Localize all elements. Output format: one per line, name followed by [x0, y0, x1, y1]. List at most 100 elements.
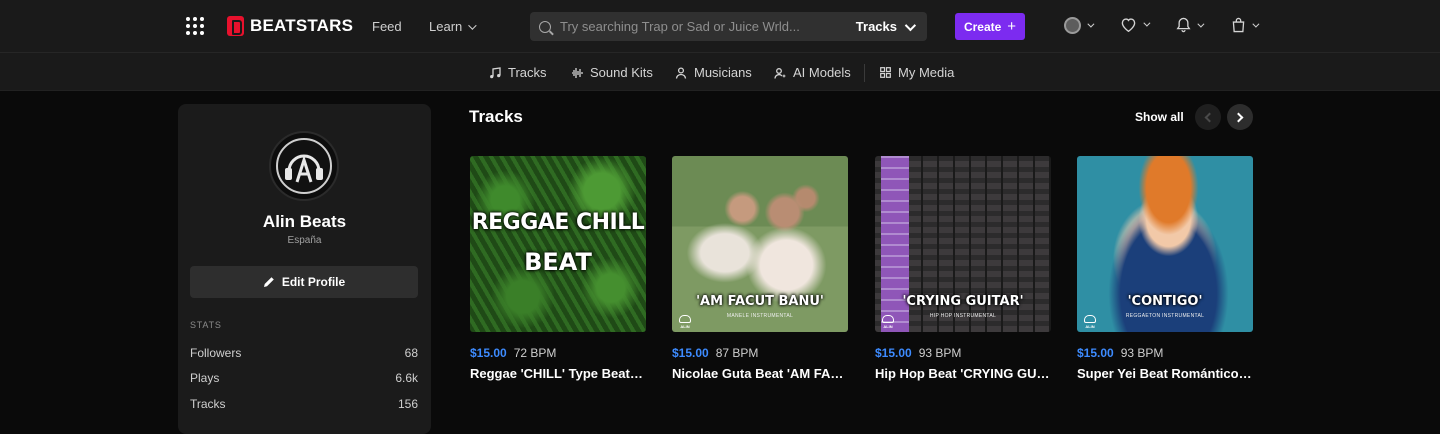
track-title[interactable]: Reggae 'CHILL' Type Beat | Chill Reggae …: [470, 366, 646, 381]
stat-row-tracks: Tracks 156: [190, 397, 418, 411]
brand-name: BEATSTARS: [250, 16, 354, 35]
search-category-select[interactable]: Tracks: [855, 19, 917, 34]
favorites-menu[interactable]: [1120, 17, 1151, 32]
track-bpm: 72 BPM: [513, 346, 557, 360]
edit-profile-label: Edit Profile: [281, 275, 346, 289]
track-price: $15.00: [1077, 346, 1114, 360]
bell-icon: [1176, 17, 1191, 33]
sub-navigation-bar: Tracks Sound Kits Musicians AI Models My…: [0, 53, 1440, 91]
beatstars-logo[interactable]: BEATSTARS: [227, 16, 353, 36]
carousel-prev-button[interactable]: [1195, 104, 1221, 130]
tracks-section-title: Tracks: [469, 107, 523, 126]
track-card: 'CONTIGO' REGGAETON INSTRUMENTAL ALIN $1…: [1077, 156, 1253, 381]
chevron-down-icon: [1143, 19, 1151, 27]
search-input[interactable]: [560, 19, 840, 34]
stat-value: 6.6k: [395, 371, 418, 385]
stats-heading: STATS: [190, 320, 222, 330]
chevron-down-icon: [1087, 20, 1095, 28]
pencil-icon: [263, 277, 274, 287]
subnav-musicians[interactable]: Musicians: [675, 65, 752, 80]
nav-learn-menu[interactable]: Learn: [429, 19, 477, 34]
track-title[interactable]: Nicolae Guta Beat 'AM FACUT BANU': [672, 366, 848, 381]
cover-subtitle: MANELE INSTRUMENTAL: [726, 313, 794, 319]
chevron-down-icon: [1197, 20, 1205, 28]
track-cover[interactable]: 'AM FACUT BANU' MANELE INSTRUMENTAL ALIN: [672, 156, 848, 332]
cover-caption: 'AM FACUT BANU': [696, 294, 824, 309]
cover-subtitle: HIP HOP INSTRUMENTAL: [929, 313, 997, 319]
subnav-my-media[interactable]: My Media: [880, 65, 954, 80]
track-title[interactable]: Super Yei Beat Romántico 'CONTIGO': [1077, 366, 1253, 381]
cover-caption: REGGAE CHILL: [471, 210, 645, 235]
track-price: $15.00: [875, 346, 912, 360]
chevron-down-icon: [468, 20, 477, 30]
stat-row-plays: Plays 6.6k: [190, 371, 418, 385]
stat-value: 68: [404, 346, 418, 360]
subnav-divider: [864, 64, 865, 82]
cover-badge-logo: ALIN: [881, 315, 895, 329]
track-price: $15.00: [672, 346, 709, 360]
subnav-musicians-label: Musicians: [694, 65, 752, 80]
carousel-next-button[interactable]: [1227, 104, 1253, 130]
subnav-tracks[interactable]: Tracks: [489, 65, 547, 80]
track-bpm: 93 BPM: [918, 346, 962, 360]
cart-icon: [1232, 17, 1245, 33]
track-card: REGGAE CHILL BEAT $15.00 72 BPM Reggae '…: [470, 156, 646, 381]
subnav-my-media-label: My Media: [898, 65, 955, 80]
headphones-logo-icon: [276, 138, 332, 194]
profile-card: Alin Beats España Edit Profile STATS Fol…: [178, 104, 431, 434]
beatstars-logo-icon: [227, 16, 244, 36]
track-cover[interactable]: 'CONTIGO' REGGAETON INSTRUMENTAL ALIN: [1077, 156, 1253, 332]
chevron-down-icon: [1252, 20, 1260, 28]
music-note-icon: [490, 66, 501, 78]
track-meta: $15.00 87 BPM: [672, 346, 848, 360]
stat-value: 156: [397, 397, 418, 411]
ai-sparkle-user-icon: [774, 67, 786, 79]
cover-subtitle: REGGAETON INSTRUMENTAL: [1125, 313, 1205, 319]
cover-caption: 'CRYING GUITAR': [902, 294, 1024, 309]
stat-label: Tracks: [190, 397, 226, 411]
plus-icon: +: [1007, 18, 1017, 35]
subnav-ai-models[interactable]: AI Models: [774, 65, 851, 80]
track-bpm: 93 BPM: [1120, 346, 1164, 360]
profile-location: España: [287, 235, 322, 246]
track-card: 'AM FACUT BANU' MANELE INSTRUMENTAL ALIN…: [672, 156, 848, 381]
waveform-icon: [572, 67, 583, 78]
subnav-sound-kits[interactable]: Sound Kits: [571, 65, 653, 80]
grid-icon: [880, 67, 891, 78]
subnav-tracks-label: Tracks: [508, 65, 547, 80]
top-navigation-bar: BEATSTARS Feed Learn Tracks Create +: [0, 0, 1440, 53]
chevron-right-icon: [1233, 112, 1244, 122]
track-cover[interactable]: 'CRYING GUITAR' HIP HOP INSTRUMENTAL ALI…: [875, 156, 1051, 332]
cover-badge-logo: ALIN: [1083, 315, 1097, 329]
subnav-sound-kits-label: Sound Kits: [590, 65, 653, 80]
stat-row-followers: Followers 68: [190, 346, 418, 360]
notifications-menu[interactable]: [1176, 17, 1205, 33]
nav-feed-link[interactable]: Feed: [372, 19, 402, 34]
edit-profile-button[interactable]: Edit Profile: [190, 266, 418, 298]
show-all-link[interactable]: Show all: [1135, 110, 1184, 124]
track-meta: $15.00 93 BPM: [1077, 346, 1253, 360]
heart-icon: [1121, 18, 1136, 32]
search-category-label: Tracks: [855, 19, 897, 34]
stat-label: Plays: [190, 371, 220, 385]
track-title[interactable]: Hip Hop Beat 'CRYING GUITAR': [875, 366, 1051, 381]
track-cover[interactable]: REGGAE CHILL BEAT: [470, 156, 646, 332]
nav-learn-label: Learn: [429, 19, 463, 34]
track-price: $15.00: [470, 346, 507, 360]
track-meta: $15.00 72 BPM: [470, 346, 646, 360]
cover-badge-logo: ALIN: [678, 315, 692, 329]
cart-menu[interactable]: [1231, 17, 1260, 33]
cover-caption: BEAT: [524, 248, 592, 276]
profile-avatar[interactable]: [269, 131, 339, 201]
track-meta: $15.00 93 BPM: [875, 346, 1051, 360]
user-icon: [675, 66, 687, 79]
stat-label: Followers: [190, 346, 242, 360]
create-label: Create: [963, 19, 1002, 34]
account-menu[interactable]: [1064, 17, 1095, 34]
user-avatar-icon: [1064, 17, 1081, 34]
subnav-ai-models-label: AI Models: [793, 65, 851, 80]
create-button[interactable]: Create +: [955, 13, 1025, 40]
search-bar: Tracks: [530, 12, 927, 41]
apps-grid-icon[interactable]: [186, 17, 204, 35]
chevron-left-icon: [1204, 112, 1215, 122]
